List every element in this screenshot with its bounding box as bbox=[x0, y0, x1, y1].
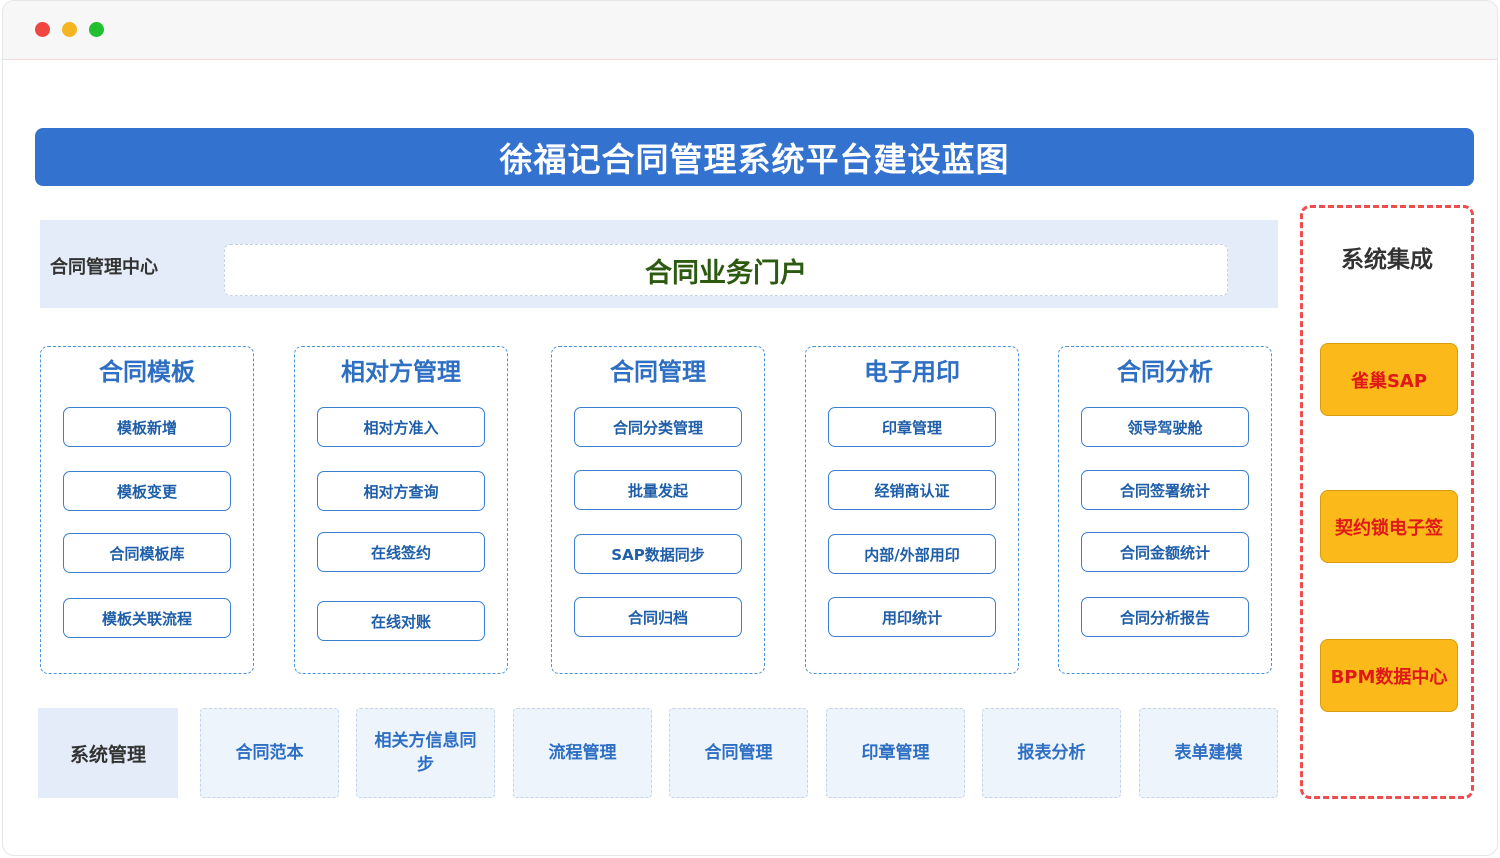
module-item[interactable]: 批量发起 bbox=[574, 470, 742, 510]
module-item[interactable]: 在线对账 bbox=[317, 601, 485, 641]
module-counterparty: 相对方管理 相对方准入 相对方查询 在线签约 在线对账 bbox=[294, 346, 508, 674]
module-title: 合同模板 bbox=[99, 358, 195, 386]
module-item[interactable]: SAP数据同步 bbox=[574, 534, 742, 574]
module-contract-template: 合同模板 模板新增 模板变更 合同模板库 模板关联流程 bbox=[40, 346, 254, 674]
system-item[interactable]: 报表分析 bbox=[982, 708, 1121, 798]
minimize-window-icon[interactable] bbox=[62, 22, 77, 37]
module-contract-management: 合同管理 合同分类管理 批量发起 SAP数据同步 合同归档 bbox=[551, 346, 765, 674]
contract-management-center: 合同管理中心 合同业务门户 bbox=[40, 220, 1278, 308]
contract-business-portal[interactable]: 合同业务门户 bbox=[224, 244, 1228, 296]
module-item[interactable]: 在线签约 bbox=[317, 532, 485, 572]
system-management-label: 系统管理 bbox=[38, 708, 178, 798]
module-e-seal: 电子用印 印章管理 经销商认证 内部/外部用印 用印统计 bbox=[805, 346, 1019, 674]
module-title: 合同分析 bbox=[1117, 358, 1213, 386]
module-item[interactable]: 用印统计 bbox=[828, 597, 996, 637]
module-item[interactable]: 经销商认证 bbox=[828, 470, 996, 510]
module-item[interactable]: 合同签署统计 bbox=[1081, 470, 1249, 510]
module-item[interactable]: 相对方查询 bbox=[317, 471, 485, 511]
module-contract-analysis: 合同分析 领导驾驶舱 合同签署统计 合同金额统计 合同分析报告 bbox=[1058, 346, 1272, 674]
module-item[interactable]: 领导驾驶舱 bbox=[1081, 407, 1249, 447]
maximize-window-icon[interactable] bbox=[89, 22, 104, 37]
module-title: 相对方管理 bbox=[341, 358, 461, 386]
system-item[interactable]: 相关方信息同步 bbox=[356, 708, 495, 798]
integration-title: 系统集成 bbox=[1341, 247, 1433, 273]
module-item[interactable]: 合同模板库 bbox=[63, 533, 231, 573]
module-item[interactable]: 内部/外部用印 bbox=[828, 534, 996, 574]
system-item[interactable]: 合同管理 bbox=[669, 708, 808, 798]
close-window-icon[interactable] bbox=[35, 22, 50, 37]
module-item[interactable]: 合同分类管理 bbox=[574, 407, 742, 447]
module-item[interactable]: 模板新增 bbox=[63, 407, 231, 447]
integration-item[interactable]: 雀巢SAP bbox=[1320, 343, 1458, 416]
system-item[interactable]: 流程管理 bbox=[513, 708, 652, 798]
module-item[interactable]: 模板变更 bbox=[63, 471, 231, 511]
system-integration-panel: 系统集成 雀巢SAP 契约锁电子签 BPM数据中心 bbox=[1300, 205, 1474, 799]
module-item[interactable]: 合同分析报告 bbox=[1081, 597, 1249, 637]
module-item[interactable]: 相对方准入 bbox=[317, 407, 485, 447]
module-item[interactable]: 模板关联流程 bbox=[63, 598, 231, 638]
integration-item[interactable]: BPM数据中心 bbox=[1320, 639, 1458, 712]
module-title: 电子用印 bbox=[864, 358, 960, 386]
integration-item[interactable]: 契约锁电子签 bbox=[1320, 490, 1458, 563]
system-item[interactable]: 印章管理 bbox=[826, 708, 965, 798]
module-item[interactable]: 合同金额统计 bbox=[1081, 532, 1249, 572]
module-item[interactable]: 印章管理 bbox=[828, 407, 996, 447]
module-title: 合同管理 bbox=[610, 358, 706, 386]
system-item[interactable]: 合同范本 bbox=[200, 708, 339, 798]
module-item[interactable]: 合同归档 bbox=[574, 597, 742, 637]
page-title: 徐福记合同管理系统平台建设蓝图 bbox=[35, 128, 1474, 186]
title-bar bbox=[3, 1, 1497, 60]
system-item[interactable]: 表单建模 bbox=[1139, 708, 1278, 798]
center-label: 合同管理中心 bbox=[50, 257, 158, 278]
